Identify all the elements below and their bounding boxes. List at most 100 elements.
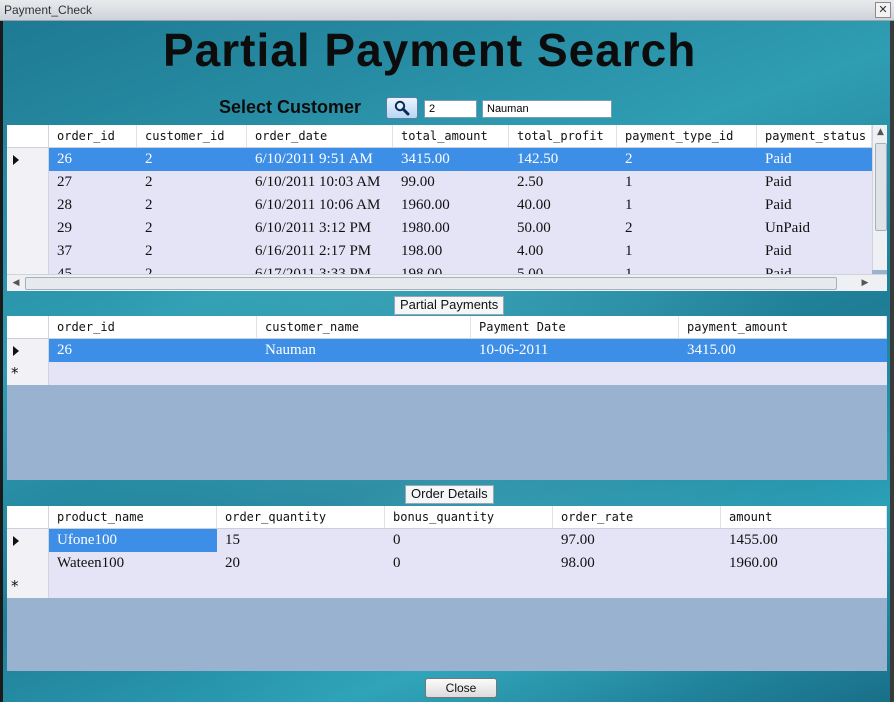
column-header[interactable]: payment_type_id (617, 125, 757, 147)
order-details-grid[interactable]: product_name order_quantity bonus_quantity… (7, 506, 887, 671)
table-cell[interactable]: 142.50 (509, 148, 617, 171)
column-header[interactable]: order_quantity (217, 506, 385, 528)
table-cell[interactable]: 3415.00 (679, 339, 887, 362)
table-cell[interactable]: 50.00 (509, 217, 617, 240)
column-header[interactable]: total_amount (393, 125, 509, 147)
column-header[interactable]: product_name (49, 506, 217, 528)
table-row[interactable]: 37 2 6/16/2011 2:17 PM 198.00 4.00 1 Paid (7, 240, 872, 263)
column-header[interactable]: order_date (247, 125, 393, 147)
row-selector[interactable] (7, 217, 49, 240)
column-header[interactable]: customer_id (137, 125, 247, 147)
table-cell[interactable]: 2 (137, 171, 247, 194)
table-cell[interactable]: 29 (49, 217, 137, 240)
table-cell[interactable]: 1 (617, 240, 757, 263)
table-cell[interactable]: 40.00 (509, 194, 617, 217)
row-selector[interactable] (7, 148, 49, 171)
table-cell[interactable]: 26 (49, 339, 257, 362)
vertical-scrollbar[interactable]: ▲ (872, 125, 887, 270)
row-selector[interactable]: * (7, 575, 49, 598)
table-cell[interactable]: 1 (617, 194, 757, 217)
row-selector[interactable]: * (7, 362, 49, 385)
row-selector[interactable] (7, 194, 49, 217)
table-cell[interactable]: 20 (217, 552, 385, 575)
table-cell[interactable]: Paid (757, 194, 872, 217)
table-row[interactable]: 26 2 6/10/2011 9:51 AM 3415.00 142.50 2 Paid (7, 148, 872, 171)
table-cell[interactable]: 98.00 (553, 552, 721, 575)
new-row[interactable]: * (7, 362, 887, 385)
table-cell[interactable]: 10-06-2011 (471, 339, 679, 362)
column-header[interactable]: order_id (49, 316, 257, 338)
close-button[interactable]: Close (425, 678, 497, 698)
table-row[interactable]: 26 Nauman 10-06-2011 3415.00 (7, 339, 887, 362)
scroll-right-icon[interactable]: ▶ (859, 278, 871, 288)
column-header[interactable]: total_profit (509, 125, 617, 147)
column-header[interactable]: bonus_quantity (385, 506, 553, 528)
column-header[interactable]: payment_amount (679, 316, 887, 338)
search-button[interactable] (386, 97, 418, 119)
row-selector[interactable] (7, 171, 49, 194)
row-selector[interactable] (7, 529, 49, 552)
table-cell[interactable]: 6/10/2011 10:03 AM (247, 171, 393, 194)
table-cell[interactable]: UnPaid (757, 217, 872, 240)
table-cell[interactable]: 15 (217, 529, 385, 552)
table-row[interactable]: Ufone100 15 0 97.00 1455.00 (7, 529, 887, 552)
column-header[interactable]: customer_name (257, 316, 471, 338)
scroll-thumb[interactable] (25, 277, 837, 290)
table-cell[interactable]: 6/10/2011 9:51 AM (247, 148, 393, 171)
table-cell[interactable]: 28 (49, 194, 137, 217)
table-cell[interactable]: 2 (137, 194, 247, 217)
table-row[interactable]: 28 2 6/10/2011 10:06 AM 1960.00 40.00 1 Paid (7, 194, 872, 217)
table-cell[interactable]: 2 (137, 217, 247, 240)
table-cell[interactable]: 37 (49, 240, 137, 263)
scroll-thumb[interactable] (875, 143, 887, 231)
table-cell[interactable]: 3415.00 (393, 148, 509, 171)
table-cell[interactable]: 2 (617, 148, 757, 171)
row-selector[interactable] (7, 240, 49, 263)
table-cell[interactable]: Wateen100 (49, 552, 217, 575)
table-cell[interactable]: 2 (137, 240, 247, 263)
table-cell[interactable]: Paid (757, 148, 872, 171)
table-cell[interactable]: 4.00 (509, 240, 617, 263)
scroll-up-icon[interactable]: ▲ (873, 127, 887, 137)
table-cell[interactable]: 1455.00 (721, 529, 887, 552)
customer-id-input[interactable]: 2 (424, 100, 477, 118)
table-cell[interactable]: 1960.00 (393, 194, 509, 217)
table-cell[interactable]: 97.00 (553, 529, 721, 552)
column-header[interactable]: Payment Date (471, 316, 679, 338)
customer-name-input[interactable]: Nauman (482, 100, 612, 118)
table-cell[interactable]: Ufone100 (49, 529, 217, 552)
table-cell[interactable]: 27 (49, 171, 137, 194)
table-cell[interactable]: 198.00 (393, 240, 509, 263)
row-selector[interactable] (7, 339, 49, 362)
table-cell[interactable]: 1960.00 (721, 552, 887, 575)
column-header[interactable]: order_rate (553, 506, 721, 528)
table-cell[interactable]: 2 (137, 148, 247, 171)
table-row[interactable]: 27 2 6/10/2011 10:03 AM 99.00 2.50 1 Paid (7, 171, 872, 194)
table-cell[interactable]: 0 (385, 552, 553, 575)
table-cell[interactable]: 0 (385, 529, 553, 552)
table-cell[interactable]: 2 (617, 217, 757, 240)
table-cell[interactable]: Paid (757, 171, 872, 194)
table-cell[interactable]: 26 (49, 148, 137, 171)
table-cell[interactable]: Nauman (257, 339, 471, 362)
column-header[interactable]: order_id (49, 125, 137, 147)
partial-payments-grid[interactable]: order_id customer_name Payment Date payment… (7, 316, 887, 480)
table-cell[interactable]: 6/10/2011 10:06 AM (247, 194, 393, 217)
table-cell[interactable]: 6/16/2011 2:17 PM (247, 240, 393, 263)
row-selector[interactable] (7, 552, 49, 575)
table-cell[interactable]: Paid (757, 240, 872, 263)
horizontal-scrollbar[interactable]: ◀ ▶ (7, 274, 887, 291)
close-icon[interactable]: ✕ (875, 2, 891, 18)
table-cell[interactable]: 1 (617, 171, 757, 194)
table-cell[interactable]: 2.50 (509, 171, 617, 194)
scroll-left-icon[interactable]: ◀ (10, 278, 22, 288)
column-header[interactable]: amount (721, 506, 887, 528)
table-row[interactable]: Wateen100 20 0 98.00 1960.00 (7, 552, 887, 575)
table-cell[interactable]: 99.00 (393, 171, 509, 194)
column-header[interactable]: payment_status (757, 125, 872, 147)
orders-grid[interactable]: order_id customer_id order_date total_amoun… (7, 125, 887, 291)
table-row[interactable]: 29 2 6/10/2011 3:12 PM 1980.00 50.00 2 UnPaid (7, 217, 872, 240)
table-cell[interactable]: 6/10/2011 3:12 PM (247, 217, 393, 240)
new-row[interactable]: * (7, 575, 887, 598)
table-cell[interactable]: 1980.00 (393, 217, 509, 240)
